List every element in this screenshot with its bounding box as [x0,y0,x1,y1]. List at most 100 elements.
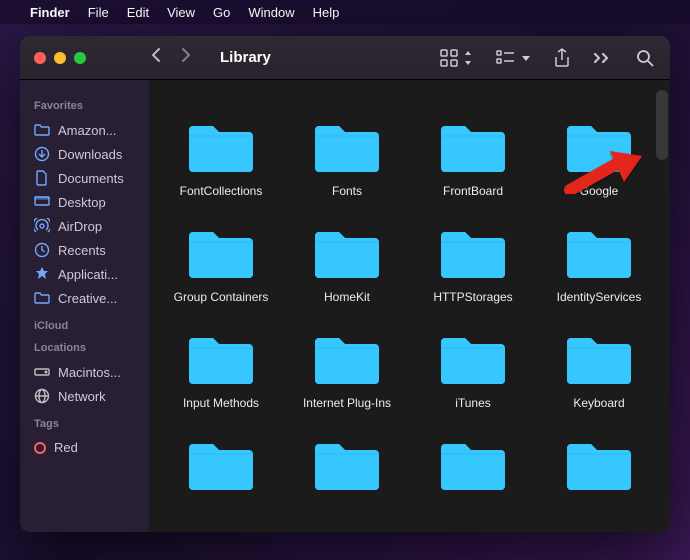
folder-label: Google [580,184,619,198]
share-button[interactable] [554,48,570,68]
folder-item[interactable]: Group Containers [162,226,280,304]
folder-item[interactable]: HomeKit [288,226,406,304]
scrollbar[interactable] [656,90,668,160]
folder-icon [311,332,383,388]
folder-label: FrontBoard [443,184,503,198]
folder-icon [185,120,257,176]
titlebar: Library [20,36,670,80]
content-area[interactable]: FontCollections Fonts FrontBoard Google Grou… [150,80,670,532]
sidebar-item[interactable]: Documents [30,166,143,190]
menu-edit[interactable]: Edit [127,5,149,20]
folder-label: FontCollections [180,184,263,198]
sidebar-item-label: Documents [58,171,124,186]
folder-icon [563,226,635,282]
view-mode-button[interactable] [440,49,472,67]
folder-label: Input Methods [183,396,259,410]
sidebar-item-label: Amazon... [58,123,117,138]
sidebar-item-label: AirDrop [58,219,102,234]
window-body: Favorites Amazon... Downloads Documents Desk… [20,80,670,532]
folder-icon [185,332,257,388]
forward-button[interactable] [180,47,192,68]
maximize-button[interactable] [74,52,86,64]
desktop-icon [34,194,50,210]
app-name[interactable]: Finder [30,5,70,20]
back-button[interactable] [150,47,162,68]
window-title: Library [220,49,271,66]
sidebar-item[interactable]: Macintos... [30,360,143,384]
folder-label: IdentityServices [557,290,642,304]
doc-icon [34,170,50,186]
folder-label: HTTPStorages [433,290,512,304]
more-button[interactable] [594,53,612,63]
menu-view[interactable]: View [167,5,195,20]
folder-icon [311,120,383,176]
sidebar-item-label: Applicati... [58,267,118,282]
folder-icon [185,438,257,494]
globe-icon [34,388,50,404]
sidebar-item-label: Desktop [58,195,106,210]
folder-item[interactable] [414,438,532,494]
group-button[interactable] [496,50,530,66]
folder-label: Fonts [332,184,362,198]
sidebar-item[interactable]: Applicati... [30,262,143,286]
tag-icon [34,442,46,454]
window-controls [20,52,150,64]
menubar: Finder File Edit View Go Window Help [0,0,690,24]
folder-icon [185,226,257,282]
folder-item[interactable]: Fonts [288,120,406,198]
finder-window: Library FavoritesAmazon...Download [20,36,670,532]
airdrop-icon [34,218,50,234]
folder-icon [563,332,635,388]
disk-icon [34,364,50,380]
folder-label: Internet Plug-Ins [303,396,391,410]
sidebar-section-label: Tags [34,418,139,430]
download-icon [34,146,50,162]
sidebar-item-label: Downloads [58,147,122,162]
folder-label: Group Containers [174,290,269,304]
menu-help[interactable]: Help [313,5,340,20]
menu-go[interactable]: Go [213,5,230,20]
minimize-button[interactable] [54,52,66,64]
app-icon [34,266,50,282]
sidebar-item-label: Recents [58,243,106,258]
folder-item[interactable] [162,438,280,494]
folder-item[interactable]: iTunes [414,332,532,410]
folder-item[interactable]: Keyboard [540,332,658,410]
sidebar-item-label: Creative... [58,291,117,306]
folder-item[interactable]: Internet Plug-Ins [288,332,406,410]
folder-icon [563,438,635,494]
menu-window[interactable]: Window [248,5,294,20]
folder-icon [34,290,50,306]
folder-item[interactable]: FontCollections [162,120,280,198]
sidebar-item[interactable]: Amazon... [30,118,143,142]
search-button[interactable] [636,49,654,67]
sidebar-section-label: Favorites [34,100,139,112]
sidebar-section-label: Locations [34,342,139,354]
folder-item[interactable]: Input Methods [162,332,280,410]
folder-label: Keyboard [573,396,624,410]
sidebar-item-label: Macintos... [58,365,121,380]
sidebar-section-label: iCloud [34,320,139,332]
toolbar [440,48,670,68]
sidebar-item[interactable]: Desktop [30,190,143,214]
close-button[interactable] [34,52,46,64]
folder-item[interactable] [540,438,658,494]
sidebar-item[interactable]: AirDrop [30,214,143,238]
folder-label: HomeKit [324,290,370,304]
folder-item[interactable]: HTTPStorages [414,226,532,304]
folder-icon [311,226,383,282]
folder-item[interactable] [288,438,406,494]
sidebar-item-label: Red [54,440,78,455]
sidebar-item[interactable]: Network [30,384,143,408]
sidebar-item[interactable]: Downloads [30,142,143,166]
sidebar-item[interactable]: Recents [30,238,143,262]
menu-file[interactable]: File [88,5,109,20]
folder-icon [563,120,635,176]
folder-icon [311,438,383,494]
folder-item[interactable]: FrontBoard [414,120,532,198]
sidebar-item[interactable]: Red [30,436,143,459]
folder-item[interactable]: Google [540,120,658,198]
sidebar-item[interactable]: Creative... [30,286,143,310]
folder-item[interactable]: IdentityServices [540,226,658,304]
nav-controls: Library [150,47,271,68]
